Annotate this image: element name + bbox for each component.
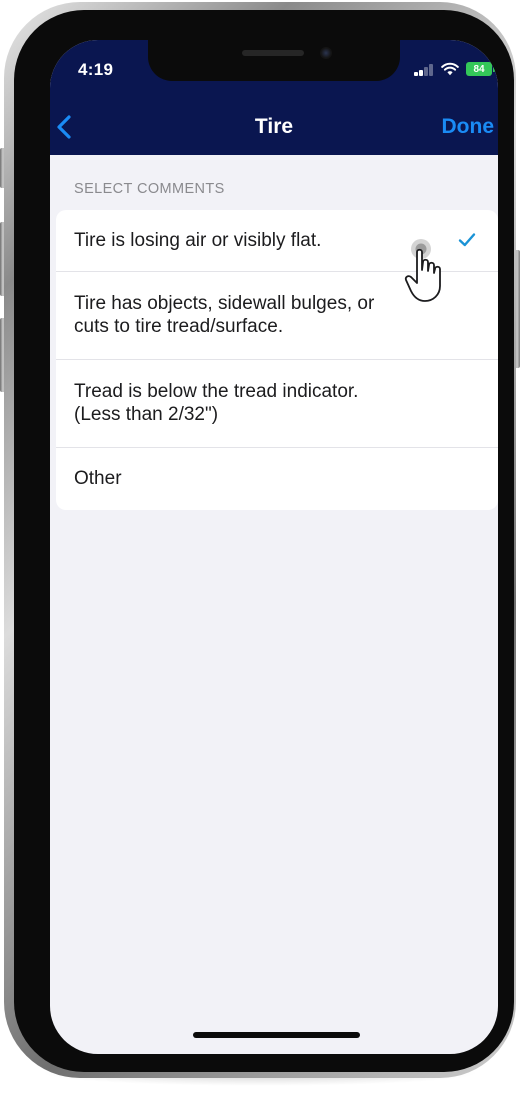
home-indicator <box>193 1032 360 1038</box>
hand-pointer-icon <box>404 239 441 302</box>
back-chevron-icon[interactable] <box>52 110 78 144</box>
comment-text: Tire is losing air or visibly flat. <box>74 230 322 251</box>
front-camera <box>320 47 332 59</box>
cellular-signal-icon <box>414 64 436 76</box>
notch <box>148 40 400 81</box>
checkmark-icon <box>458 233 476 247</box>
comment-text: Tire has objects, sidewall bulges, or cu… <box>74 293 375 337</box>
speaker-grille <box>242 50 304 56</box>
comment-text: Other <box>74 468 122 489</box>
page-title: Tire <box>254 115 294 138</box>
comment-option-other[interactable]: Other <box>56 447 498 510</box>
comment-text: Tread is below the tread indicator. (Les… <box>74 381 359 425</box>
comment-option-tread-below-indicator[interactable]: Tread is below the tread indicator. (Les… <box>56 359 498 447</box>
wifi-icon <box>441 62 459 76</box>
section-header: SELECT COMMENTS <box>74 181 225 197</box>
device-mockup: 4:19 84 Tire Done SELECT COMMENTS Tire i… <box>0 0 520 1098</box>
app-screen: 4:19 84 Tire Done SELECT COMMENTS Tire i… <box>50 40 498 1054</box>
battery-level: 84 <box>473 63 485 75</box>
phone-bezel: 4:19 84 Tire Done SELECT COMMENTS Tire i… <box>14 10 514 1072</box>
navigation-bar: 4:19 84 Tire Done <box>50 40 498 155</box>
phone-frame: 4:19 84 Tire Done SELECT COMMENTS Tire i… <box>4 2 516 1078</box>
done-button[interactable]: Done <box>426 115 495 139</box>
battery-icon: 84 <box>466 62 495 76</box>
status-time: 4:19 <box>78 60 114 79</box>
